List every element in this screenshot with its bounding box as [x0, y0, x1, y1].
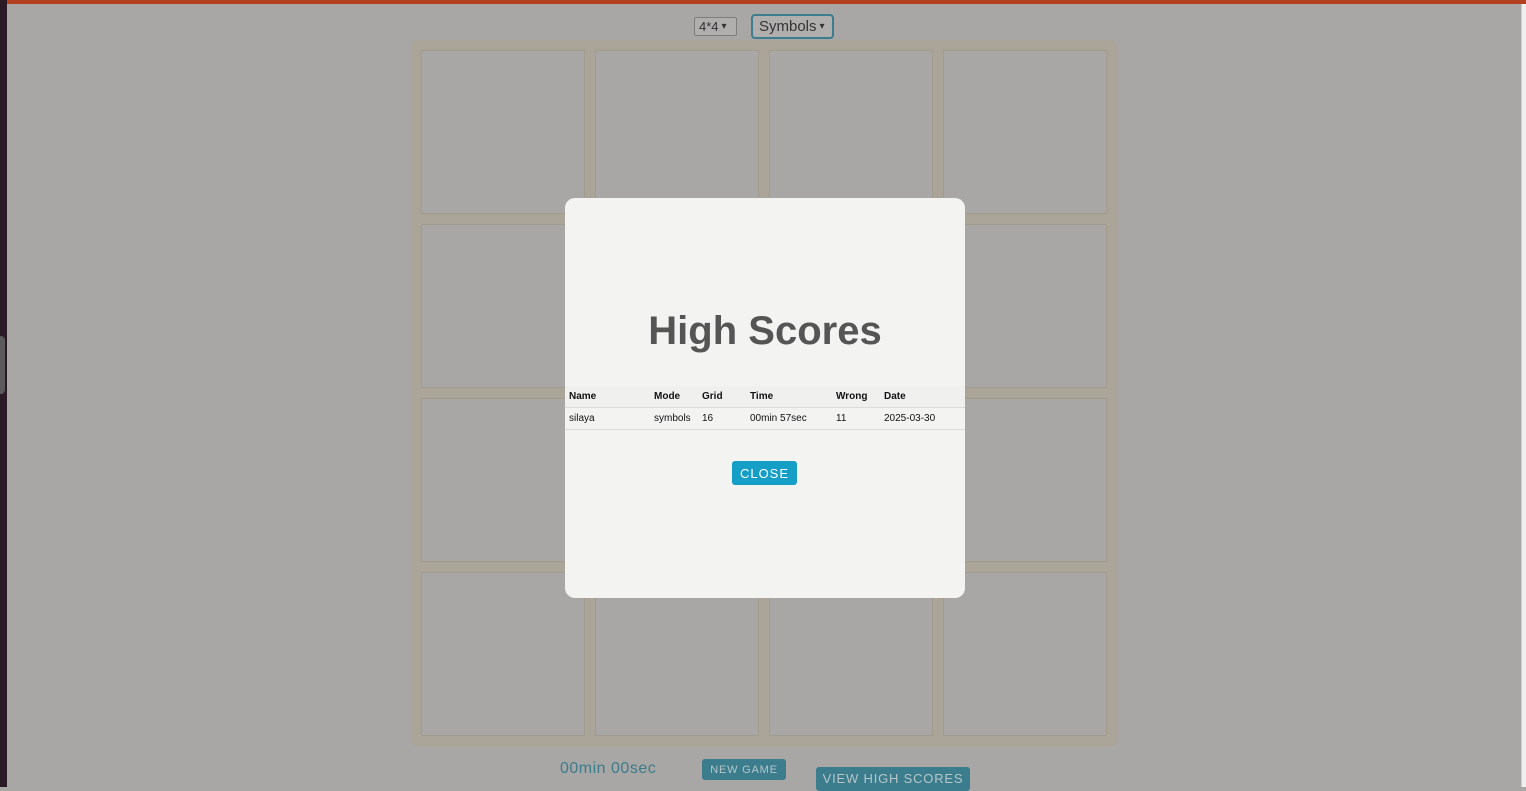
mode-select[interactable]: Symbols ▾: [751, 14, 834, 39]
card-cell[interactable]: [943, 50, 1107, 214]
cell-date: 2025-03-30: [880, 407, 965, 430]
chevron-down-icon: ▾: [721, 20, 727, 32]
table-row: silaya symbols 16 00min 57sec 11 2025-03…: [565, 407, 965, 430]
view-high-scores-button[interactable]: VIEW HIGH SCORES: [816, 767, 970, 791]
column-header-name: Name: [565, 386, 650, 408]
chevron-down-icon: ▾: [819, 20, 825, 32]
cell-time: 00min 57sec: [746, 407, 832, 430]
grid-size-select[interactable]: 4*4 ▾: [694, 17, 737, 36]
cell-wrong: 11: [832, 407, 880, 430]
card-cell[interactable]: [421, 398, 585, 562]
high-scores-table: Name Mode Grid Time Wrong Date silaya sy…: [565, 386, 965, 430]
close-button[interactable]: CLOSE: [732, 461, 797, 485]
high-scores-modal: High Scores Name Mode Grid Time Wrong Da…: [565, 198, 965, 598]
column-header-wrong: Wrong: [832, 386, 880, 408]
column-header-time: Time: [746, 386, 832, 408]
modal-title: High Scores: [648, 309, 882, 353]
side-panel-tab[interactable]: [0, 336, 5, 394]
card-cell[interactable]: [421, 572, 585, 736]
cell-grid: 16: [698, 407, 746, 430]
top-accent-bar: [0, 0, 1526, 4]
mode-value: Symbols: [759, 17, 817, 35]
card-cell[interactable]: [943, 224, 1107, 388]
new-game-button[interactable]: NEW GAME: [702, 759, 786, 780]
column-header-mode: Mode: [650, 386, 698, 408]
game-timer: 00min 00sec: [560, 760, 657, 777]
cell-name: silaya: [565, 407, 650, 430]
scrollbar[interactable]: [1521, 4, 1526, 787]
card-cell[interactable]: [421, 50, 585, 214]
card-cell[interactable]: [595, 50, 759, 214]
grid-size-value: 4*4: [699, 18, 719, 34]
card-cell[interactable]: [943, 398, 1107, 562]
table-header-row: Name Mode Grid Time Wrong Date: [565, 386, 965, 408]
column-header-grid: Grid: [698, 386, 746, 408]
card-cell[interactable]: [769, 50, 933, 214]
cell-mode: symbols: [650, 407, 698, 430]
card-cell[interactable]: [943, 572, 1107, 736]
column-header-date: Date: [880, 386, 965, 408]
card-cell[interactable]: [421, 224, 585, 388]
